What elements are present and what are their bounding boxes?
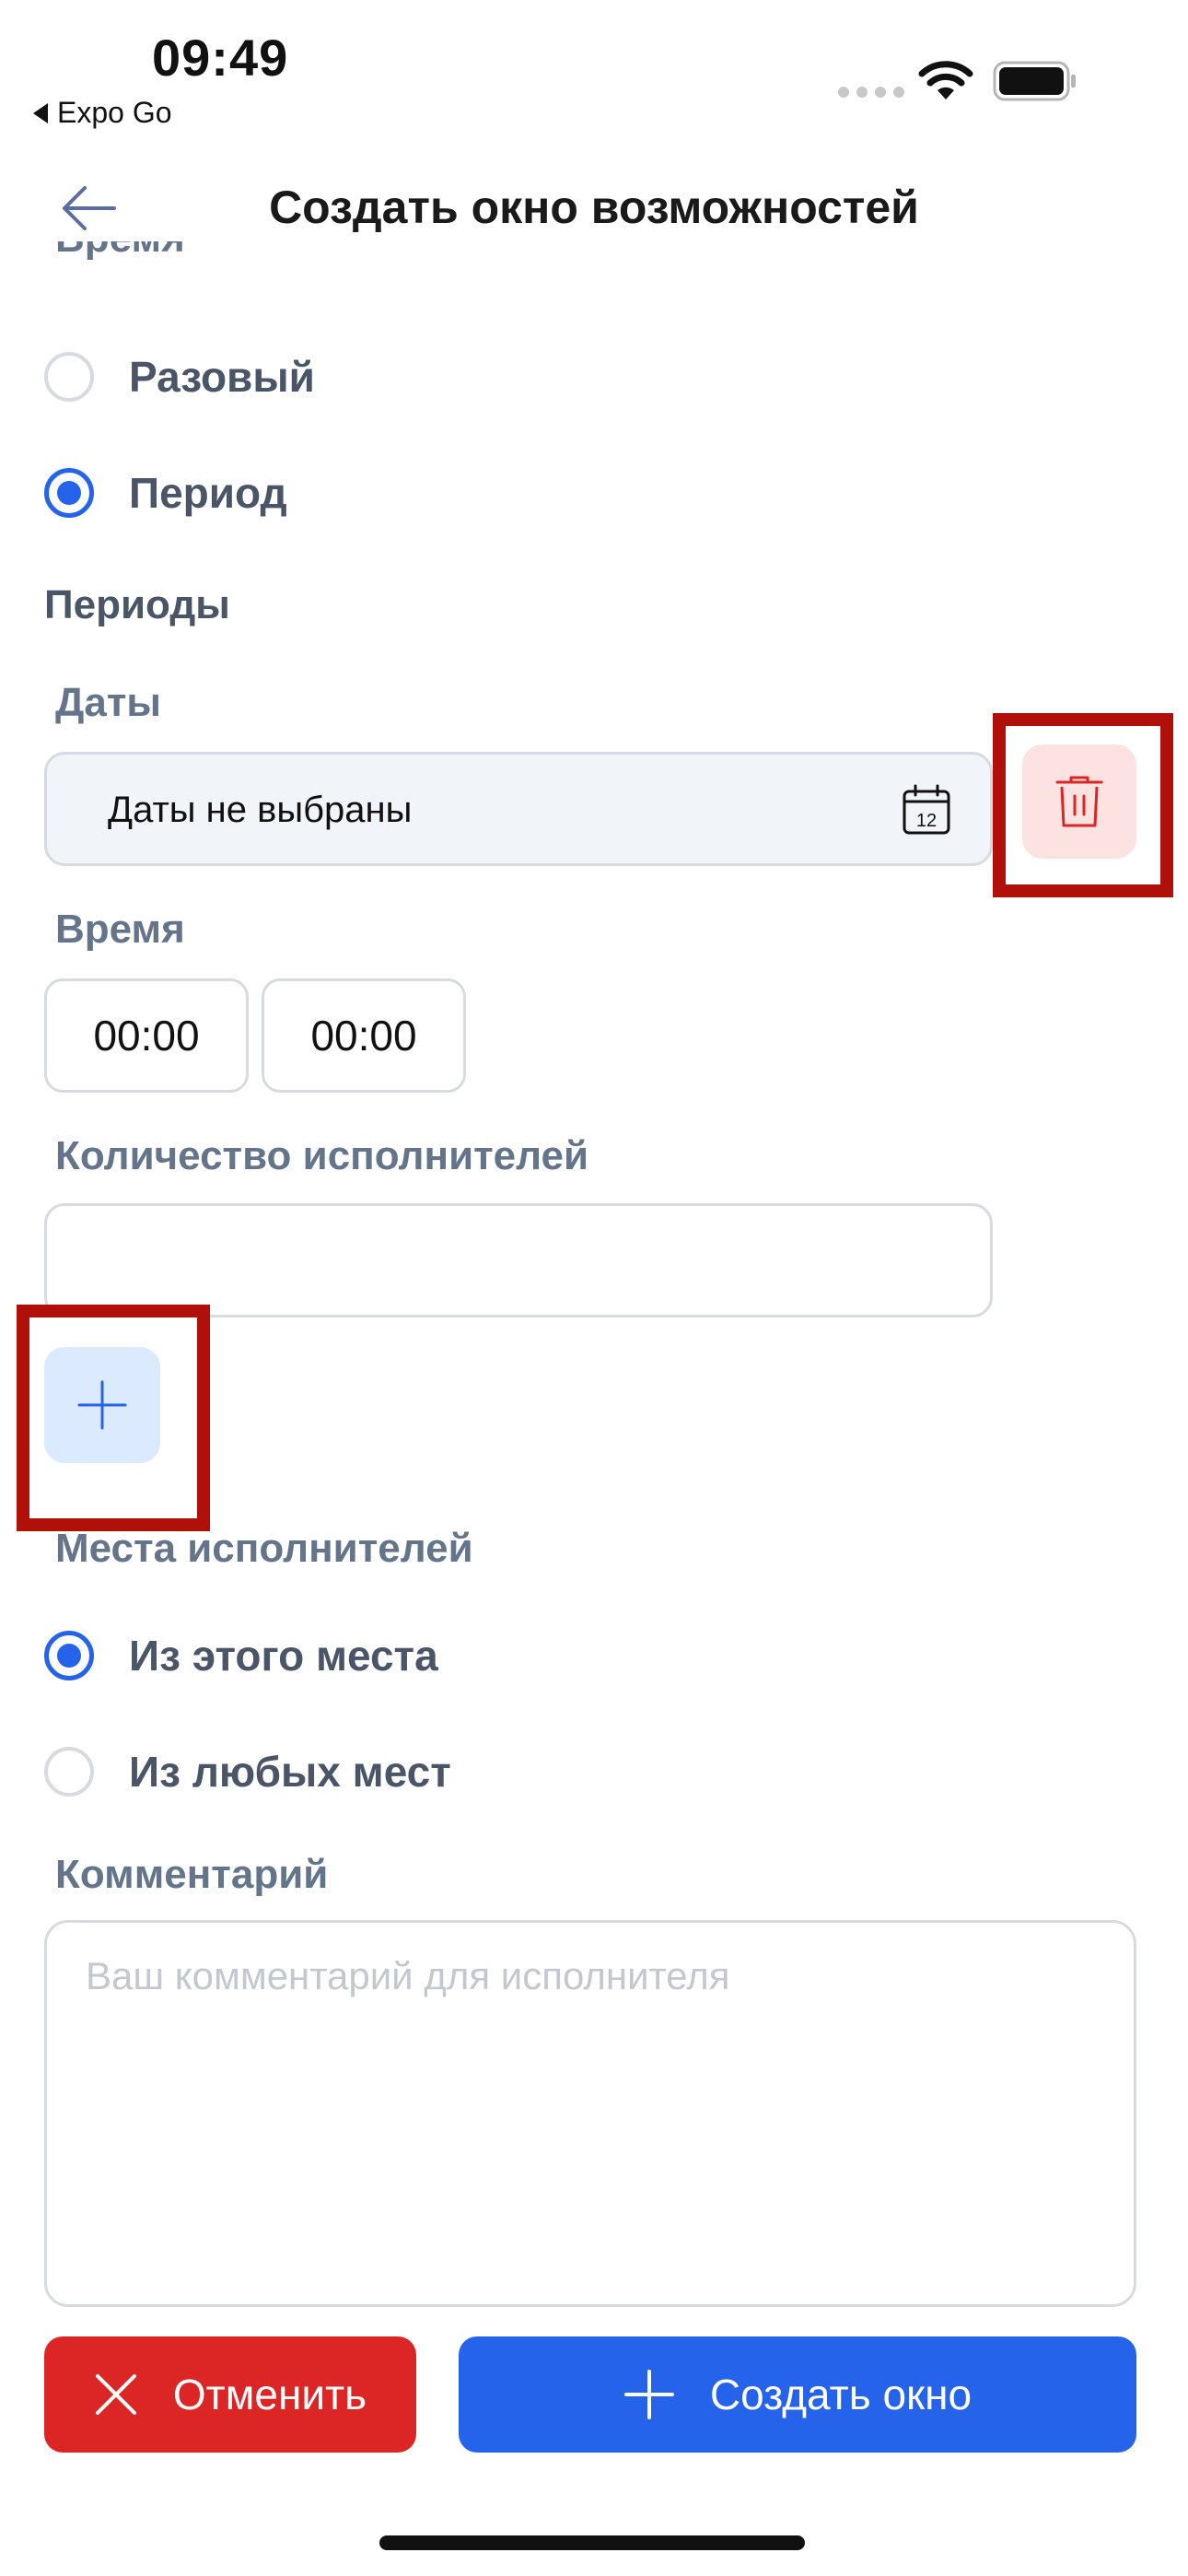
battery-icon <box>993 61 1076 101</box>
radio-label: Период <box>129 469 287 517</box>
radio-one-time[interactable]: Разовый <box>44 352 315 402</box>
radio-label: Из этого места <box>129 1632 438 1680</box>
radio-period[interactable]: Период <box>44 468 287 518</box>
radio-label: Из любых мест <box>129 1748 451 1796</box>
radio-button-checked[interactable] <box>44 468 94 518</box>
close-icon <box>95 2374 136 2415</box>
status-time: 09:49 <box>152 29 289 87</box>
radio-this-place[interactable]: Из этого места <box>44 1631 438 1680</box>
time-label: Время <box>55 907 185 952</box>
cancel-label: Отменить <box>172 2371 367 2418</box>
dates-value: Даты не выбраны <box>108 790 413 830</box>
calendar-icon[interactable]: 12 <box>902 784 951 836</box>
comment-label: Комментарий <box>55 1852 329 1897</box>
time-from-field[interactable]: 00:00 <box>44 978 249 1093</box>
dates-label: Даты <box>55 680 161 725</box>
wifi-icon <box>918 61 973 100</box>
dates-field[interactable]: Даты не выбраны 12 <box>44 752 993 866</box>
comment-placeholder: Ваш комментарий для исполнителя <box>86 1954 730 1997</box>
executors-count-input[interactable] <box>44 1203 993 1317</box>
back-triangle-icon <box>33 102 48 123</box>
cancel-button[interactable]: Отменить <box>44 2336 416 2453</box>
radio-button[interactable] <box>44 1747 94 1797</box>
cellular-dots-icon <box>838 87 904 98</box>
executors-count-label: Количество исполнителей <box>55 1133 589 1178</box>
highlight-box-add <box>17 1305 210 1531</box>
periods-title: Периоды <box>44 582 230 627</box>
back-app-label: Expo Go <box>57 96 172 129</box>
time-to-field[interactable]: 00:00 <box>262 978 466 1093</box>
time-type-label: Время <box>55 241 185 262</box>
home-indicator[interactable] <box>379 2535 805 2550</box>
highlight-box-delete <box>993 713 1173 897</box>
create-label: Создать окно <box>709 2371 973 2418</box>
comment-textarea[interactable]: Ваш комментарий для исполнителя <box>44 1920 1136 2307</box>
page-title: Создать окно возможностей <box>269 181 919 233</box>
calendar-day-text: 12 <box>916 811 937 831</box>
places-label: Места исполнителей <box>55 1526 473 1571</box>
radio-button[interactable] <box>44 352 94 402</box>
back-to-app-link[interactable]: Expo Go <box>33 96 172 130</box>
time-type-label-clip: Время <box>0 241 1188 297</box>
plus-icon <box>623 2370 674 2419</box>
radio-button-checked[interactable] <box>44 1631 94 1680</box>
radio-any-place[interactable]: Из любых мест <box>44 1747 451 1797</box>
radio-label: Разовый <box>129 353 315 401</box>
create-window-button[interactable]: Создать окно <box>459 2336 1136 2453</box>
